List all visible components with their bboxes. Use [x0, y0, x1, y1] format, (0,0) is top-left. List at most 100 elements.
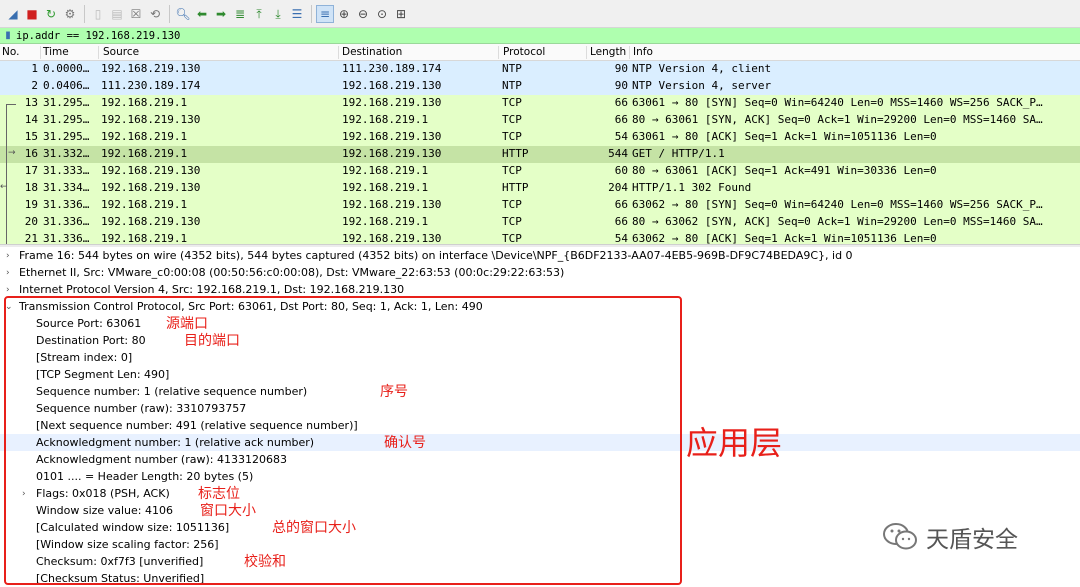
packet-protocol: TCP [502, 164, 522, 177]
packet-source: 192.168.219.130 [101, 164, 201, 177]
packet-list: No. Time Source Destination Protocol Len… [0, 44, 1080, 244]
go-forward-icon[interactable]: ➡ [212, 5, 230, 23]
column-separator [498, 46, 499, 59]
packet-source: 192.168.219.1 [101, 96, 188, 109]
packet-length: 204 [608, 181, 628, 194]
column-header-source[interactable]: Source [103, 46, 139, 58]
packet-protocol: TCP [502, 198, 522, 211]
packet-time: 0.0000… [43, 62, 90, 75]
packet-row[interactable]: 21 31.336… 192.168.219.1 192.168.219.130… [0, 231, 1080, 244]
packet-time: 31.334… [43, 181, 90, 194]
column-header-info[interactable]: Info [633, 46, 653, 58]
watermark: 天盾安全 [882, 520, 1018, 554]
toolbar-separator [84, 4, 85, 23]
packet-row[interactable]: 13 31.295… 192.168.219.1 192.168.219.130… [0, 95, 1080, 112]
packet-destination: 192.168.219.130 [342, 147, 442, 160]
detail-frame[interactable]: Frame 16: 544 bytes on wire (4352 bits),… [19, 247, 853, 264]
last-packet-icon[interactable]: ⤓ [269, 5, 287, 23]
packet-info: 80 → 63061 [ACK] Seq=1 Ack=491 Win=30336… [632, 164, 937, 177]
packet-row[interactable]: 18 31.334… 192.168.219.130 192.168.219.1… [0, 180, 1080, 197]
packet-length: 60 [614, 164, 628, 177]
packet-length: 66 [614, 215, 628, 228]
packet-protocol: HTTP [502, 147, 529, 160]
toolbar-separator [169, 4, 170, 23]
packet-info: NTP Version 4, server [632, 79, 772, 92]
packet-destination: 192.168.219.130 [342, 79, 442, 92]
zoom-out-icon[interactable]: ⊖ [354, 5, 372, 23]
packet-time: 31.295… [43, 96, 90, 109]
packet-destination: 192.168.219.130 [342, 198, 442, 211]
packet-source: 192.168.219.130 [101, 215, 201, 228]
packet-info: HTTP/1.1 302 Found [632, 181, 752, 194]
go-to-packet-icon[interactable]: ≣ [231, 5, 249, 23]
packet-protocol: HTTP [502, 181, 529, 194]
packet-destination: 192.168.219.1 [342, 181, 429, 194]
packet-time: 0.0406… [43, 79, 90, 92]
packet-row[interactable]: 19 31.336… 192.168.219.1 192.168.219.130… [0, 197, 1080, 214]
display-filter-input[interactable] [16, 28, 916, 43]
detail-ethernet[interactable]: Ethernet II, Src: VMware_c0:00:08 (00:50… [19, 264, 564, 281]
expand-ip-icon[interactable]: › [6, 285, 10, 295]
capture-options-icon[interactable]: ⚙ [61, 5, 79, 23]
packet-row[interactable]: 1 0.0000… 192.168.219.130 111.230.189.17… [0, 61, 1080, 78]
column-header-no[interactable]: No. [2, 46, 19, 58]
packet-info: 80 → 63061 [SYN, ACK] Seq=0 Ack=1 Win=29… [632, 113, 1043, 126]
packet-time: 31.336… [43, 215, 90, 228]
packet-source: 192.168.219.1 [101, 232, 188, 244]
annotation-calc-window: 总的窗口大小 [272, 520, 356, 536]
packet-destination: 192.168.219.130 [342, 96, 442, 109]
restart-capture-icon[interactable]: ↻ [42, 5, 60, 23]
bookmark-icon[interactable]: ▮ [2, 29, 14, 43]
zoom-normal-icon[interactable]: ⊙ [373, 5, 391, 23]
autoscroll-icon[interactable]: ☰ [288, 5, 306, 23]
column-header-destination[interactable]: Destination [342, 46, 402, 58]
packet-info: NTP Version 4, client [632, 62, 772, 75]
packet-info: 80 → 63062 [SYN, ACK] Seq=0 Ack=1 Win=29… [632, 215, 1043, 228]
packet-row[interactable]: 20 31.336… 192.168.219.130 192.168.219.1… [0, 214, 1080, 231]
packet-protocol: TCP [502, 232, 522, 244]
column-header-length[interactable]: Length [590, 46, 626, 58]
tcp-annotation-box [4, 296, 682, 585]
open-file-icon[interactable]: ▯ [89, 5, 107, 23]
close-file-icon[interactable]: ☒ [127, 5, 145, 23]
packet-time: 31.332… [43, 147, 90, 160]
request-arrow-icon: → [8, 148, 16, 158]
colorize-icon[interactable]: ≡ [316, 4, 334, 23]
packet-destination: 192.168.219.1 [342, 215, 429, 228]
packet-row[interactable]: 15 31.295… 192.168.219.1 192.168.219.130… [0, 129, 1080, 146]
packet-row[interactable]: 2 0.0406… 111.230.189.174 192.168.219.13… [0, 78, 1080, 95]
packet-protocol: NTP [502, 79, 522, 92]
packet-length: 54 [614, 130, 628, 143]
packet-info: 63061 → 80 [SYN] Seq=0 Win=64240 Len=0 M… [632, 96, 1043, 109]
stop-capture-icon[interactable]: ■ [23, 5, 41, 23]
zoom-in-icon[interactable]: ⊕ [335, 5, 353, 23]
column-header-protocol[interactable]: Protocol [503, 46, 545, 58]
column-separator [629, 46, 630, 59]
annotation-dest-port: 目的端口 [184, 333, 240, 349]
packet-row[interactable]: 14 31.295… 192.168.219.130 192.168.219.1… [0, 112, 1080, 129]
packet-row[interactable]: 17 31.333… 192.168.219.130 192.168.219.1… [0, 163, 1080, 180]
reload-file-icon[interactable]: ⟲ [146, 5, 164, 23]
go-back-icon[interactable]: ⬅ [193, 5, 211, 23]
packet-source: 192.168.219.130 [101, 113, 201, 126]
packet-info: 63061 → 80 [ACK] Seq=1 Ack=1 Win=1051136… [632, 130, 937, 143]
column-separator [98, 46, 99, 59]
expand-frame-icon[interactable]: › [6, 251, 10, 261]
packet-source: 192.168.219.1 [101, 198, 188, 211]
column-header-time[interactable]: Time [43, 46, 69, 58]
response-arrow-icon: ← [0, 182, 8, 192]
resize-columns-icon[interactable]: ⊞ [392, 5, 410, 23]
main-toolbar: ◢ ■ ↻ ⚙ ▯ ▤ ☒ ⟲ 🔍︎ ⬅ ➡ ≣ ⤒ ⤓ ☰ ≡ ⊕ ⊖ ⊙ ⊞ [0, 0, 1080, 28]
packet-time: 31.333… [43, 164, 90, 177]
expand-ethernet-icon[interactable]: › [6, 268, 10, 278]
toolbar-separator [311, 4, 312, 23]
find-packet-icon[interactable]: 🔍︎ [174, 5, 192, 23]
save-file-icon[interactable]: ▤ [108, 5, 126, 23]
packet-protocol: TCP [502, 96, 522, 109]
packet-destination: 192.168.219.1 [342, 164, 429, 177]
wechat-logo-icon [882, 522, 918, 552]
column-separator [338, 46, 339, 59]
packet-row-selected[interactable]: 16 31.332… 192.168.219.1 192.168.219.130… [0, 146, 1080, 163]
first-packet-icon[interactable]: ⤒ [250, 5, 268, 23]
shark-fin-icon[interactable]: ◢ [4, 5, 22, 23]
